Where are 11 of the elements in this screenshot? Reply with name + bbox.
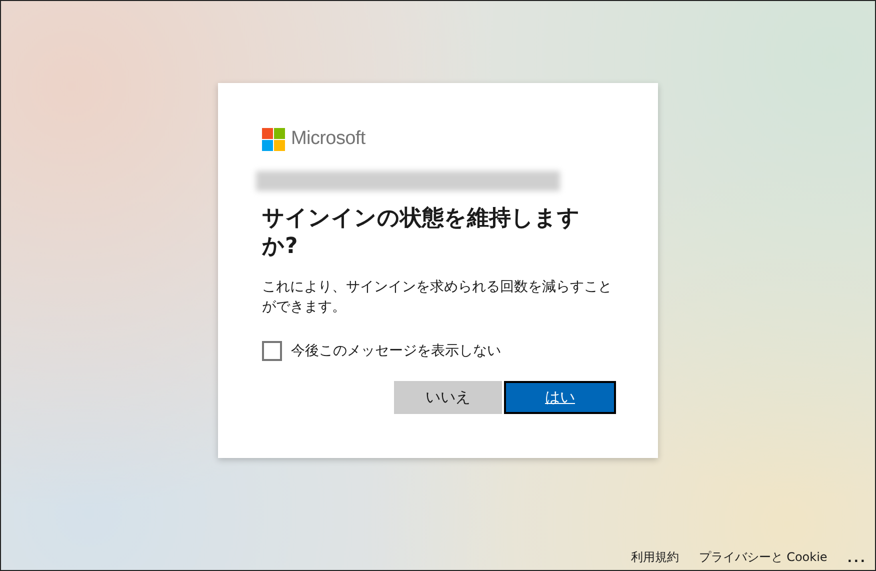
dialog-title: サインインの状態を維持しますか? bbox=[262, 205, 581, 261]
description-text: これにより、サインインを求められる回数を減らすことができます。 bbox=[262, 278, 613, 317]
yes-button[interactable]: はい bbox=[504, 381, 616, 414]
logo-text: Microsoft bbox=[291, 128, 366, 150]
checkbox[interactable] bbox=[262, 341, 282, 361]
footer-link[interactable]: プライバシーと Cookie bbox=[698, 549, 828, 566]
footer-link[interactable]: 利用規約 bbox=[630, 549, 679, 566]
no-button[interactable]: いいえ bbox=[394, 381, 502, 414]
logo-icon bbox=[262, 128, 285, 150]
checkbox-label[interactable]: 今後このメッセージを表示しない bbox=[291, 342, 501, 360]
more-options[interactable]: ... bbox=[847, 550, 867, 564]
